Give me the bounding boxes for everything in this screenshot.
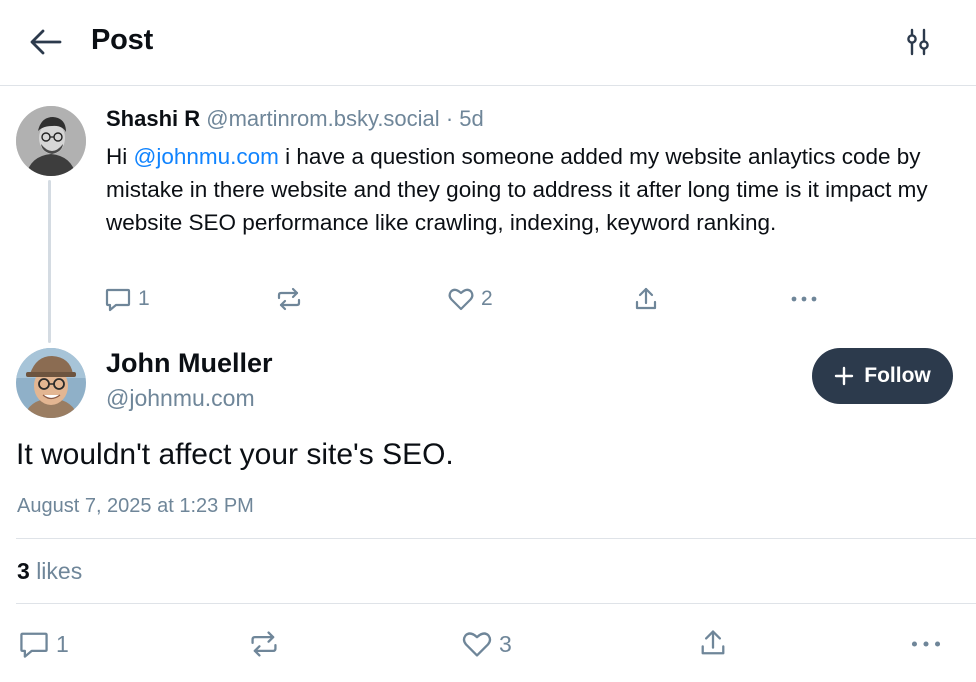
parent-author-handle[interactable]: @martinrom.bsky.social xyxy=(206,106,439,131)
parent-like-button[interactable]: 2 xyxy=(447,286,493,312)
divider xyxy=(16,603,976,604)
more-options-icon xyxy=(791,296,817,302)
likes-count: 3 xyxy=(17,558,30,584)
author-avatar[interactable] xyxy=(16,348,86,418)
repost-icon xyxy=(251,631,277,657)
sliders-icon xyxy=(907,28,929,56)
reply-icon xyxy=(105,288,131,312)
like-count: 3 xyxy=(499,630,512,657)
share-icon xyxy=(701,630,725,655)
parent-text-start: Hi xyxy=(106,144,134,169)
page-title: Post xyxy=(91,24,154,56)
post-timestamp[interactable]: August 7, 2025 at 1:23 PM xyxy=(17,495,254,518)
divider xyxy=(16,538,976,539)
post-header: Post xyxy=(0,0,976,86)
plus-icon xyxy=(835,366,854,386)
follow-label: Follow xyxy=(864,364,931,387)
parent-more-button[interactable] xyxy=(790,286,818,312)
like-button[interactable]: 3 xyxy=(461,629,512,659)
parent-author-avatar[interactable] xyxy=(16,106,86,176)
thread-settings-button[interactable] xyxy=(898,24,938,60)
repost-icon xyxy=(277,287,301,311)
reply-count: 1 xyxy=(56,630,69,657)
reply-icon xyxy=(20,632,48,658)
author-name[interactable]: John Mueller xyxy=(106,348,273,379)
likes-summary[interactable]: 3 likes xyxy=(17,558,82,585)
repost-button[interactable] xyxy=(248,629,280,659)
parent-reply-button[interactable]: 1 xyxy=(104,286,150,312)
more-button[interactable] xyxy=(909,629,943,659)
parent-author-name[interactable]: Shashi R xyxy=(106,106,200,131)
parent-like-count: 2 xyxy=(481,287,493,310)
follow-button[interactable]: Follow xyxy=(812,348,953,404)
parent-post-text: Hi @johnmu.com i have a question someone… xyxy=(106,140,966,239)
meta-separator: · xyxy=(445,106,454,131)
reply-button[interactable]: 1 xyxy=(18,629,69,659)
parent-repost-button[interactable] xyxy=(275,286,303,312)
post-text: It wouldn't affect your site's SEO. xyxy=(16,438,454,471)
back-button[interactable] xyxy=(26,24,66,60)
heart-icon xyxy=(448,288,474,311)
share-button[interactable] xyxy=(697,627,729,659)
more-options-icon xyxy=(911,641,941,647)
heart-icon xyxy=(462,632,492,657)
likes-label: likes xyxy=(36,558,83,584)
share-icon xyxy=(635,287,657,310)
author-handle[interactable]: @johnmu.com xyxy=(106,385,255,412)
mention-link[interactable]: @johnmu.com xyxy=(134,144,279,169)
parent-share-button[interactable] xyxy=(632,285,660,313)
thread-connector xyxy=(48,180,51,343)
parent-post-meta: Shashi R @martinrom.bsky.social · 5d xyxy=(106,106,484,132)
arrow-left-icon xyxy=(30,29,62,55)
parent-reply-count: 1 xyxy=(138,287,150,310)
parent-post-age[interactable]: 5d xyxy=(459,106,483,131)
